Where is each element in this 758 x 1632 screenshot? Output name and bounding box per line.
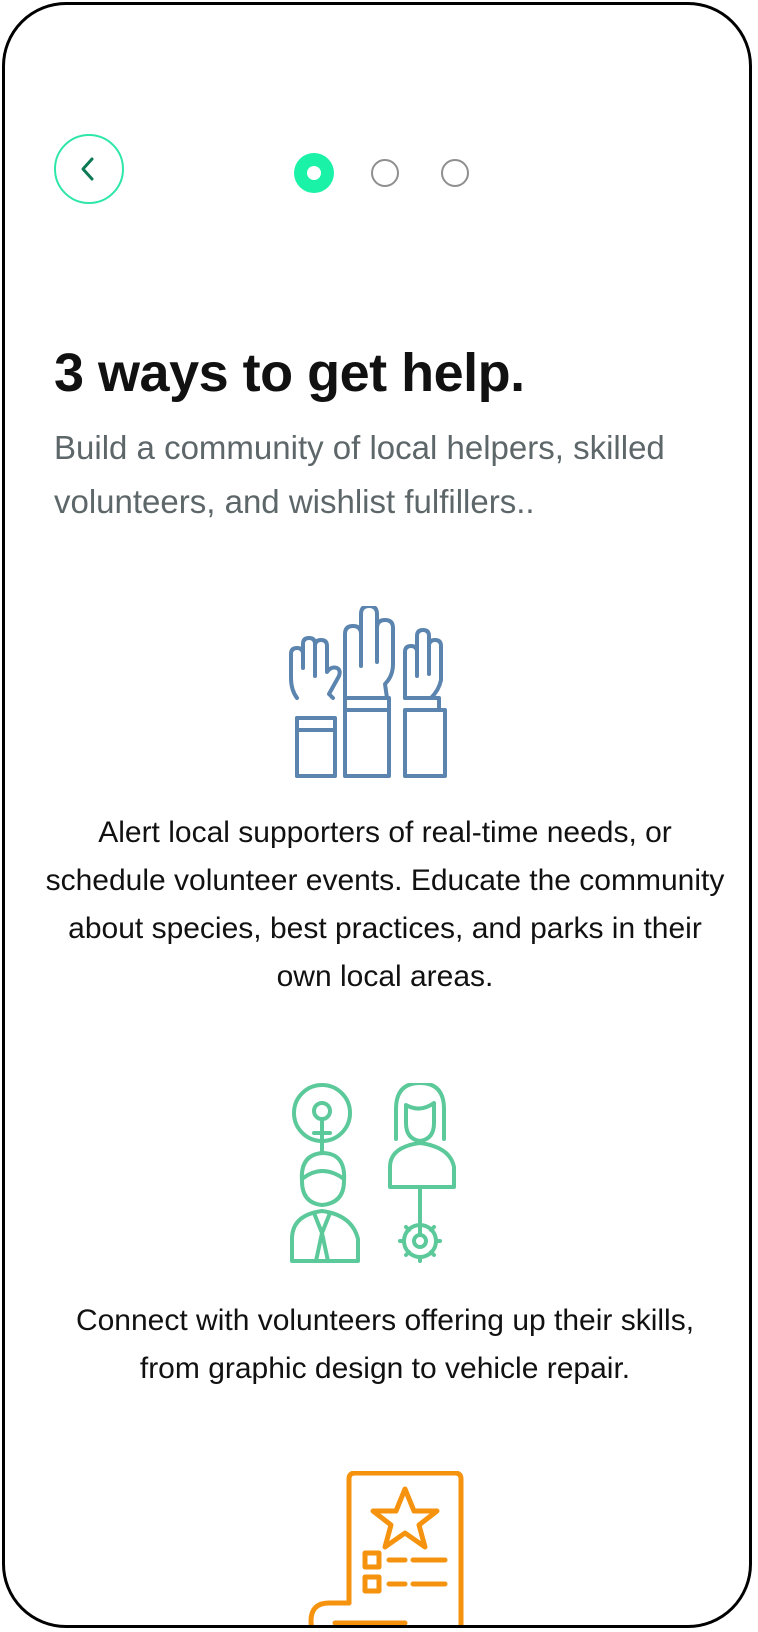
feature-alert-text: Alert local supporters of real-time need… [45, 816, 725, 993]
chevron-left-icon [81, 157, 94, 181]
feature-skills-text: Connect with volunteers offering up thei… [75, 1304, 695, 1385]
page-subtitle: Build a community of local helpers, skil… [54, 429, 665, 520]
page-title: 3 ways to get help. [54, 343, 525, 403]
skilled-volunteers-icon [290, 1083, 456, 1263]
pager-dot-2[interactable] [371, 159, 399, 187]
back-button[interactable] [54, 134, 124, 204]
pager-dot-1[interactable] [294, 153, 334, 193]
phone-frame: 3 ways to get help. Build a community of… [2, 2, 752, 1628]
pager-dot-3[interactable] [441, 159, 469, 187]
wishlist-scroll-icon [308, 1471, 464, 1625]
raised-hands-icon [289, 606, 447, 778]
